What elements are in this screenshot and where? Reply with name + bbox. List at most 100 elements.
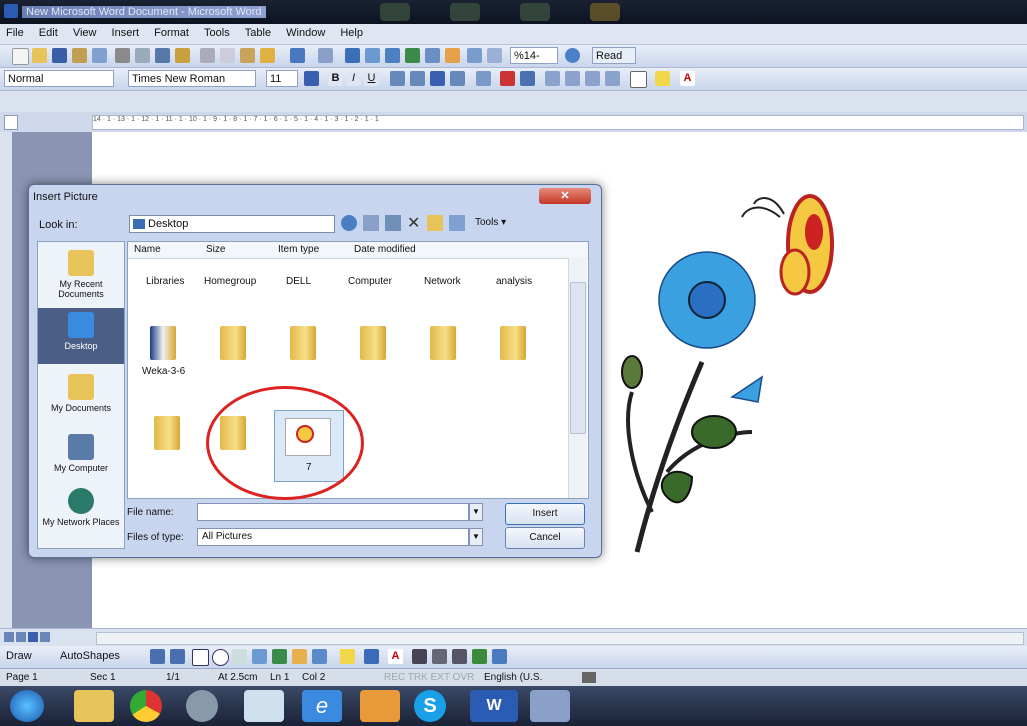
paint-icon[interactable] (530, 690, 570, 722)
new-icon[interactable] (12, 48, 29, 65)
tab-selector[interactable] (4, 115, 18, 130)
italic-icon[interactable]: I (346, 71, 361, 86)
start-button-icon[interactable] (10, 690, 44, 722)
place-my-recent-documents[interactable]: My Recent Documents (38, 250, 124, 299)
files-of-type-select[interactable]: All Pictures (197, 528, 469, 546)
folder-icon[interactable] (290, 326, 316, 360)
align-center-icon[interactable] (410, 71, 425, 86)
file-name-input[interactable] (197, 503, 469, 521)
tables-icon[interactable] (365, 48, 380, 63)
border-icon[interactable] (630, 71, 647, 88)
look-in-combo[interactable]: Desktop (129, 215, 335, 233)
media-player-icon[interactable] (360, 690, 400, 722)
excel-icon[interactable] (405, 48, 420, 63)
fill-color-icon[interactable] (340, 649, 355, 664)
item-homegroup[interactable]: Homegroup (204, 276, 256, 287)
notepad-icon[interactable] (244, 690, 284, 722)
menu-tools[interactable]: Tools (198, 24, 236, 39)
item-analysis[interactable]: analysis (496, 276, 532, 287)
internet-explorer-icon[interactable]: e (302, 690, 342, 722)
highlight-text-icon[interactable] (304, 71, 319, 86)
insert-table-icon[interactable] (385, 48, 400, 63)
menu-window[interactable]: Window (280, 24, 331, 39)
line-color-icon[interactable] (364, 649, 379, 664)
bullets-icon[interactable] (565, 71, 580, 86)
format-painter-icon[interactable] (260, 48, 275, 63)
spelling-status-icon[interactable] (582, 672, 596, 683)
line-icon[interactable] (150, 649, 165, 664)
up-folder-icon[interactable] (363, 215, 379, 231)
print-layout-icon[interactable] (28, 632, 38, 642)
horizontal-ruler[interactable]: 14 · 1 · 13 · 1 · 12 · 1 · 11 · 1 · 10 ·… (0, 112, 1027, 133)
menu-view[interactable]: View (67, 24, 103, 39)
column-size[interactable]: Size (206, 244, 225, 255)
copy-icon[interactable] (220, 48, 235, 63)
hyperlink-icon[interactable] (345, 48, 360, 63)
rtl-icon[interactable] (500, 71, 515, 86)
place-my-network-places[interactable]: My Network Places (38, 488, 124, 527)
folder-icon[interactable] (154, 416, 180, 450)
column-date-modified[interactable]: Date modified (354, 244, 416, 255)
align-left-icon[interactable] (390, 71, 405, 86)
web-view-icon[interactable] (16, 632, 26, 642)
dialog-close-button[interactable]: ✕ (539, 188, 591, 204)
item-weka-folder[interactable]: Weka-3-6 (142, 366, 185, 377)
redo-icon[interactable] (318, 48, 333, 63)
textbox-icon[interactable] (232, 649, 247, 664)
item-libraries[interactable]: Libraries (146, 276, 184, 287)
outline-view-icon[interactable] (40, 632, 50, 642)
print-preview-icon[interactable] (135, 48, 150, 63)
place-my-computer[interactable]: My Computer (38, 434, 124, 473)
column-name[interactable]: Name (134, 244, 161, 255)
close-window-button[interactable] (590, 3, 620, 21)
place-my-documents[interactable]: My Documents (38, 374, 124, 413)
scrollbar-thumb[interactable] (570, 282, 586, 434)
dash-style-icon[interactable] (432, 649, 447, 664)
numbering-icon[interactable] (545, 71, 560, 86)
justify-icon[interactable] (450, 71, 465, 86)
undo-icon[interactable] (290, 48, 305, 63)
item-network[interactable]: Network (424, 276, 461, 287)
oval-icon[interactable] (212, 649, 229, 666)
search-web-icon[interactable] (385, 215, 401, 231)
clipart-icon[interactable] (292, 649, 307, 664)
delete-icon[interactable]: ✕ (407, 213, 420, 233)
spelling-icon[interactable] (155, 48, 170, 63)
ltr-icon[interactable] (520, 71, 535, 86)
print-icon[interactable] (115, 48, 130, 63)
back-icon[interactable] (341, 215, 357, 231)
drawing-icon[interactable] (445, 48, 460, 63)
arrow-style-icon[interactable] (452, 649, 467, 664)
email-icon[interactable] (92, 48, 107, 63)
folder-icon[interactable] (150, 326, 176, 360)
font-combo[interactable]: Times New Roman (128, 70, 256, 87)
place-desktop[interactable]: Desktop (38, 308, 124, 364)
underline-icon[interactable]: U (364, 71, 379, 86)
zoom-combo[interactable]: %14- (510, 47, 558, 64)
document-map-icon[interactable] (467, 48, 482, 63)
autoshapes-menu[interactable]: AutoShapes (60, 650, 120, 662)
menu-file[interactable]: File (0, 24, 30, 39)
show-hide-icon[interactable] (487, 48, 502, 63)
folder-icon[interactable] (500, 326, 526, 360)
bold-icon[interactable]: B (328, 71, 343, 86)
menu-table[interactable]: Table (239, 24, 277, 39)
insert-button[interactable]: Insert (505, 503, 585, 525)
skype-icon[interactable]: S (414, 690, 446, 722)
line-style-icon[interactable] (412, 649, 427, 664)
normal-view-icon[interactable] (4, 632, 14, 642)
wordart-icon[interactable] (252, 649, 267, 664)
open-icon[interactable] (32, 48, 47, 63)
arrow-icon[interactable] (170, 649, 185, 664)
align-right-icon[interactable] (430, 71, 445, 86)
word-taskbar-icon[interactable]: W (470, 690, 518, 722)
tools-menu[interactable]: Tools ▾ (475, 217, 506, 228)
column-item-type[interactable]: Item type (278, 244, 319, 255)
read-button[interactable]: Read (592, 47, 636, 64)
horizontal-scrollbar[interactable] (96, 632, 1024, 645)
folder-icon[interactable] (430, 326, 456, 360)
menu-help[interactable]: Help (334, 24, 369, 39)
maximize-button[interactable] (450, 3, 480, 21)
menu-insert[interactable]: Insert (106, 24, 146, 39)
media-icon[interactable] (186, 690, 218, 722)
